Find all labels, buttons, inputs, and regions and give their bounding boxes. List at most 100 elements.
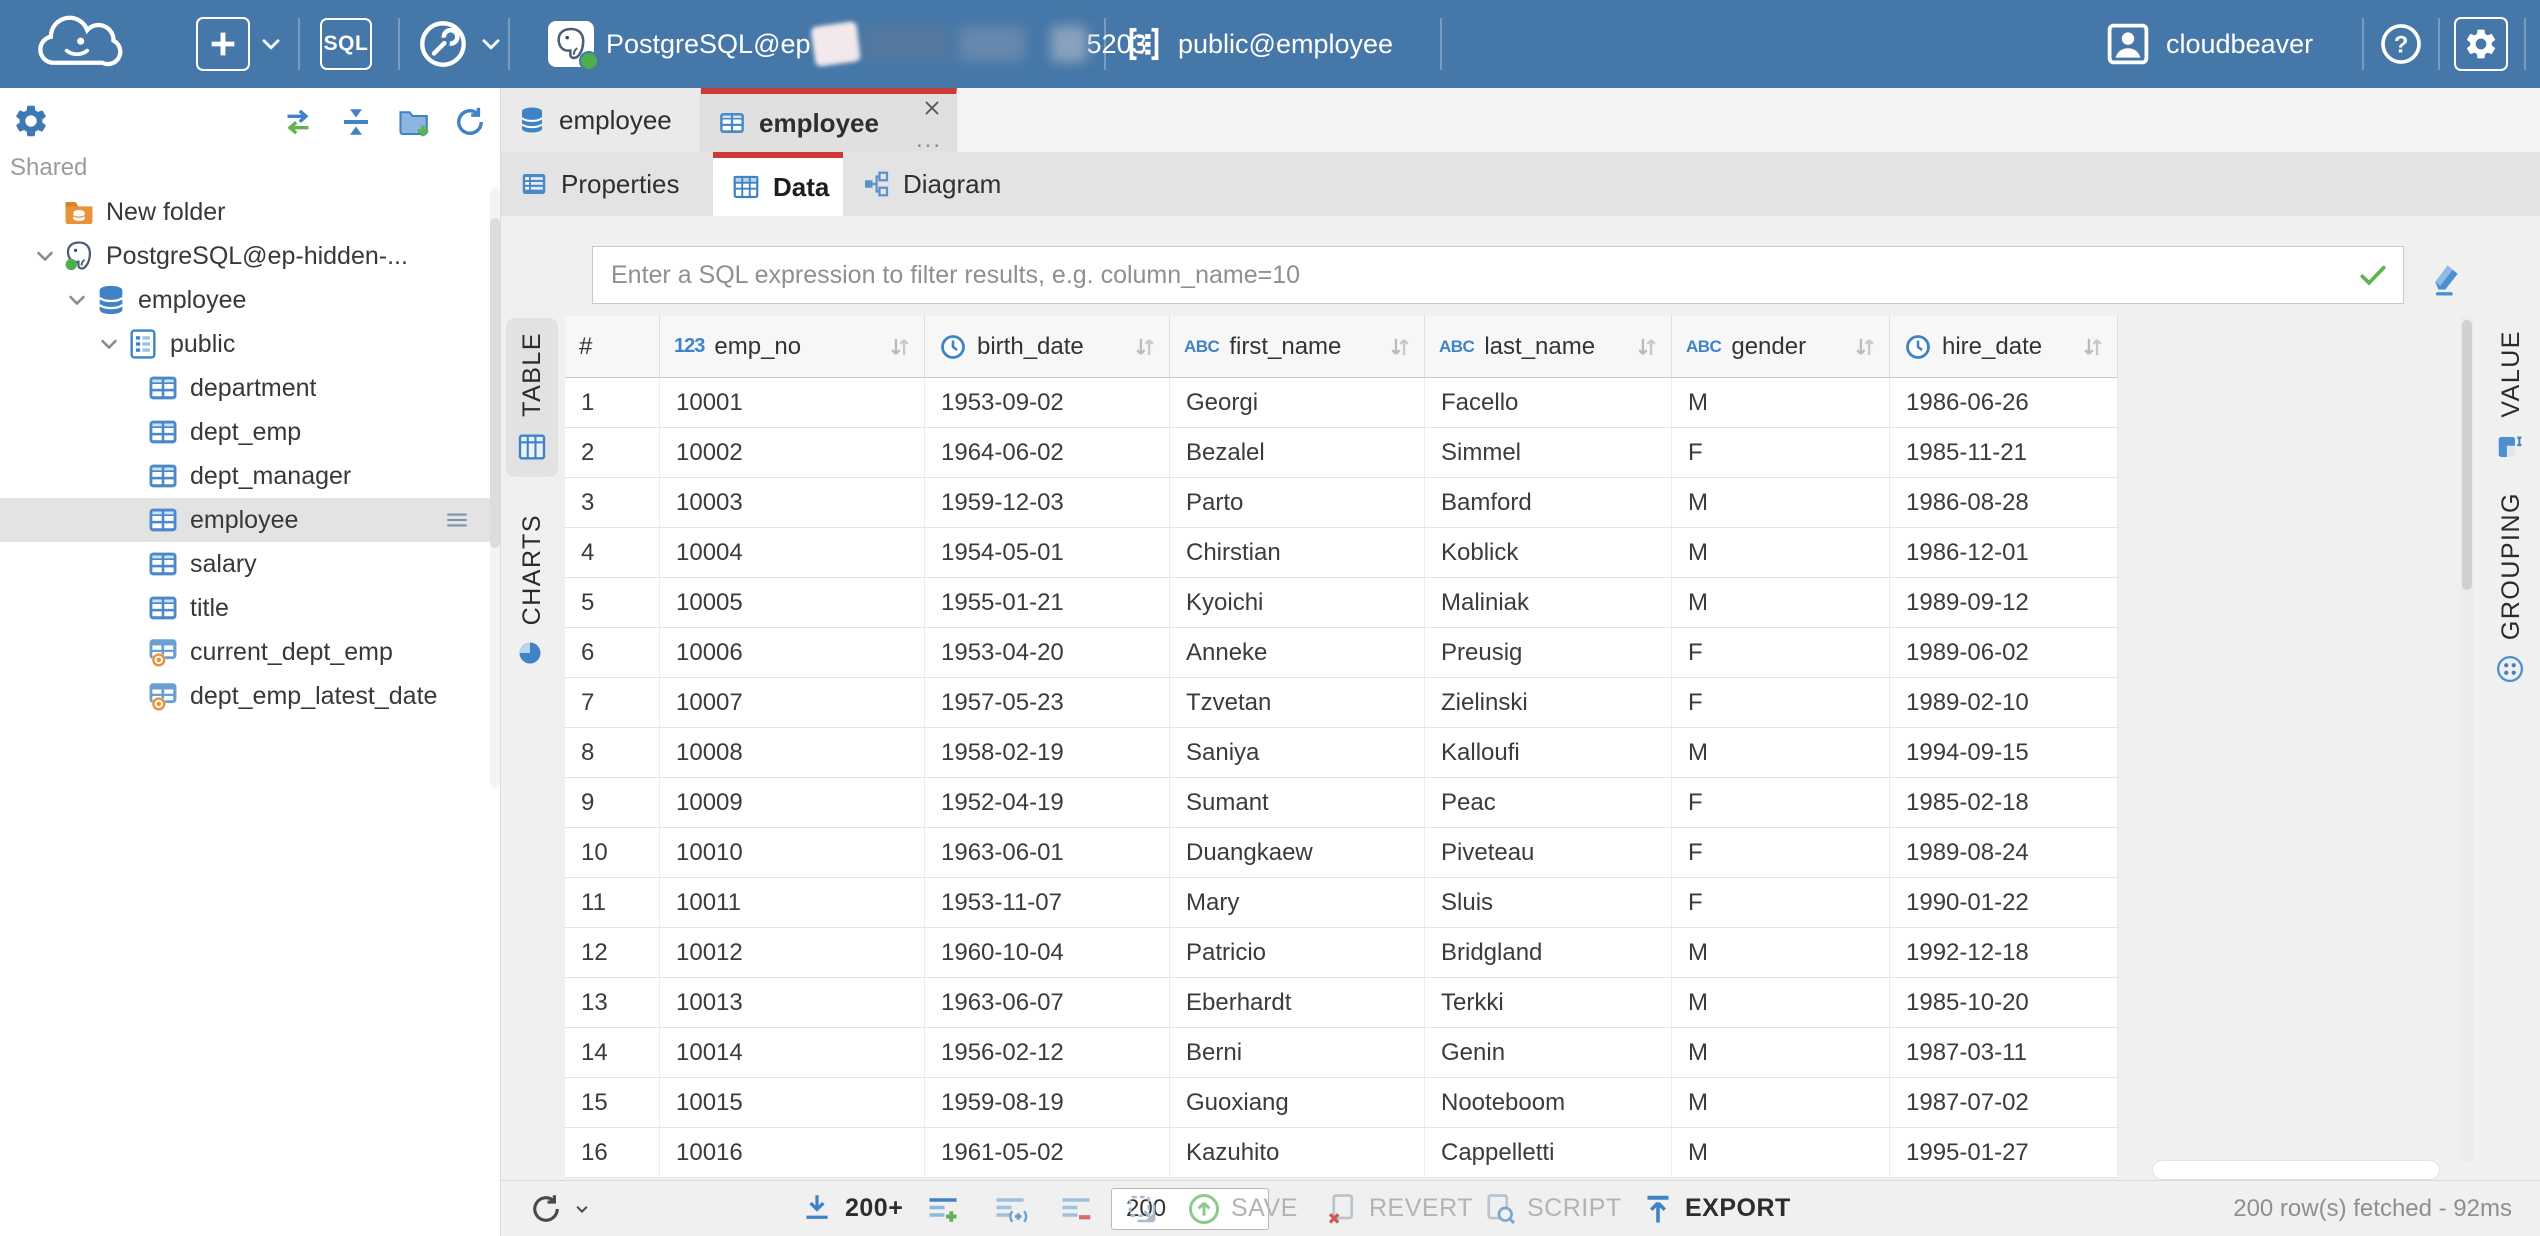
row-number-cell[interactable]: 12	[565, 928, 660, 978]
panel-tab-value[interactable]: VALUE	[2486, 316, 2536, 478]
tree-item-postgresql-ep-hidden-[interactable]: PostgreSQL@ep-hidden-...	[0, 234, 500, 278]
cell-emp_no[interactable]: 10003	[660, 478, 925, 528]
cell-hire_date[interactable]: 1986-08-28	[1890, 478, 2118, 528]
cell-first_name[interactable]: Tzvetan	[1170, 678, 1425, 728]
column-header-first_name[interactable]: ABCfirst_name	[1170, 316, 1425, 378]
row-number-cell[interactable]: 1	[565, 378, 660, 428]
collapse-all-button[interactable]	[338, 104, 374, 140]
settings-button[interactable]	[2454, 17, 2508, 71]
cell-emp_no[interactable]: 10004	[660, 528, 925, 578]
cell-emp_no[interactable]: 10010	[660, 828, 925, 878]
cell-first_name[interactable]: Eberhardt	[1170, 978, 1425, 1028]
row-number-cell[interactable]: 5	[565, 578, 660, 628]
column-header-emp_no[interactable]: 123emp_no	[660, 316, 925, 378]
cell-emp_no[interactable]: 10011	[660, 878, 925, 928]
export-button[interactable]: EXPORT	[1640, 1181, 1791, 1236]
new-connection-dropdown[interactable]	[258, 31, 284, 57]
grid-vertical-scrollbar[interactable]	[2460, 316, 2474, 1162]
sql-editor-button[interactable]: SQL	[320, 18, 372, 70]
cell-last_name[interactable]: Preusig	[1425, 628, 1672, 678]
cell-gender[interactable]: M	[1672, 1028, 1890, 1078]
duplicate-row-button[interactable]	[992, 1181, 1028, 1236]
tree-item-dept-emp-latest-date[interactable]: dept_emp_latest_date	[0, 674, 500, 718]
cell-emp_no[interactable]: 10001	[660, 378, 925, 428]
cell-first_name[interactable]: Chirstian	[1170, 528, 1425, 578]
tab-data[interactable]: Data	[713, 152, 843, 216]
row-number-cell[interactable]: 3	[565, 478, 660, 528]
copy-result-button[interactable]	[1124, 1181, 1160, 1236]
presentation-tab-charts[interactable]: CHARTS	[506, 500, 558, 685]
fetch-more-button[interactable]: 200+	[800, 1181, 903, 1236]
clear-filter-eraser-icon[interactable]	[2426, 258, 2466, 298]
cell-first_name[interactable]: Kyoichi	[1170, 578, 1425, 628]
cell-first_name[interactable]: Patricio	[1170, 928, 1425, 978]
cell-hire_date[interactable]: 1989-06-02	[1890, 628, 2118, 678]
sort-icon[interactable]	[886, 333, 914, 361]
row-number-cell[interactable]: 8	[565, 728, 660, 778]
cell-gender[interactable]: M	[1672, 378, 1890, 428]
cell-emp_no[interactable]: 10016	[660, 1128, 925, 1178]
chevron-down-icon[interactable]	[92, 332, 126, 356]
sort-icon[interactable]	[1633, 333, 1661, 361]
revert-button[interactable]: REVERT	[1324, 1181, 1473, 1236]
close-icon[interactable]	[920, 96, 944, 120]
row-number-header[interactable]: #	[565, 316, 660, 378]
cell-gender[interactable]: M	[1672, 928, 1890, 978]
row-number-cell[interactable]: 7	[565, 678, 660, 728]
cell-birth_date[interactable]: 1955-01-21	[925, 578, 1170, 628]
refresh-result-button[interactable]	[528, 1181, 591, 1236]
tree-item-current-dept-emp[interactable]: current_dept_emp	[0, 630, 500, 674]
cell-hire_date[interactable]: 1989-02-10	[1890, 678, 2118, 728]
cell-gender[interactable]: M	[1672, 1078, 1890, 1128]
cell-birth_date[interactable]: 1958-02-19	[925, 728, 1170, 778]
cell-hire_date[interactable]: 1990-01-22	[1890, 878, 2118, 928]
cell-birth_date[interactable]: 1963-06-01	[925, 828, 1170, 878]
cell-first_name[interactable]: Sumant	[1170, 778, 1425, 828]
cell-first_name[interactable]: Anneke	[1170, 628, 1425, 678]
cell-gender[interactable]: M	[1672, 978, 1890, 1028]
row-number-cell[interactable]: 6	[565, 628, 660, 678]
row-number-cell[interactable]: 9	[565, 778, 660, 828]
cell-gender[interactable]: F	[1672, 678, 1890, 728]
cell-hire_date[interactable]: 1994-09-15	[1890, 728, 2118, 778]
tab-employee-table[interactable]: employee ...	[701, 88, 957, 152]
row-number-cell[interactable]: 2	[565, 428, 660, 478]
grid-horizontal-scrollbar[interactable]	[2152, 1160, 2440, 1180]
cell-last_name[interactable]: Nooteboom	[1425, 1078, 1672, 1128]
cell-first_name[interactable]: Parto	[1170, 478, 1425, 528]
new-folder-button[interactable]	[396, 104, 432, 140]
help-button[interactable]: ?	[2378, 21, 2424, 67]
presentation-tab-table[interactable]: TABLE	[506, 318, 558, 477]
cell-birth_date[interactable]: 1960-10-04	[925, 928, 1170, 978]
delete-row-button[interactable]	[1058, 1181, 1094, 1236]
cell-last_name[interactable]: Terkki	[1425, 978, 1672, 1028]
row-number-cell[interactable]: 16	[565, 1128, 660, 1178]
cell-last_name[interactable]: Koblick	[1425, 528, 1672, 578]
cell-gender[interactable]: M	[1672, 578, 1890, 628]
sort-icon[interactable]	[1386, 333, 1414, 361]
column-header-hire_date[interactable]: hire_date	[1890, 316, 2118, 378]
cell-gender[interactable]: F	[1672, 878, 1890, 928]
sidebar-scrollbar[interactable]	[490, 188, 500, 788]
row-number-cell[interactable]: 13	[565, 978, 660, 1028]
postgresql-connection-icon[interactable]	[548, 21, 594, 67]
panel-tab-grouping[interactable]: GROUPING	[2486, 478, 2536, 700]
cell-last_name[interactable]: Genin	[1425, 1028, 1672, 1078]
tree-item-public[interactable]: public	[0, 322, 500, 366]
cell-first_name[interactable]: Guoxiang	[1170, 1078, 1425, 1128]
cell-gender[interactable]: M	[1672, 478, 1890, 528]
cell-hire_date[interactable]: 1985-10-20	[1890, 978, 2118, 1028]
cell-emp_no[interactable]: 10002	[660, 428, 925, 478]
cell-last_name[interactable]: Maliniak	[1425, 578, 1672, 628]
sort-icon[interactable]	[2079, 333, 2107, 361]
cell-hire_date[interactable]: 1987-07-02	[1890, 1078, 2118, 1128]
tree-item-dept-emp[interactable]: dept_emp	[0, 410, 500, 454]
new-connection-button[interactable]	[196, 17, 250, 71]
cell-birth_date[interactable]: 1957-05-23	[925, 678, 1170, 728]
cell-birth_date[interactable]: 1953-09-02	[925, 378, 1170, 428]
row-number-cell[interactable]: 14	[565, 1028, 660, 1078]
tree-item-new-folder[interactable]: New folder	[0, 190, 500, 234]
tree-item-department[interactable]: department	[0, 366, 500, 410]
add-row-button[interactable]	[925, 1181, 961, 1236]
cell-birth_date[interactable]: 1953-11-07	[925, 878, 1170, 928]
